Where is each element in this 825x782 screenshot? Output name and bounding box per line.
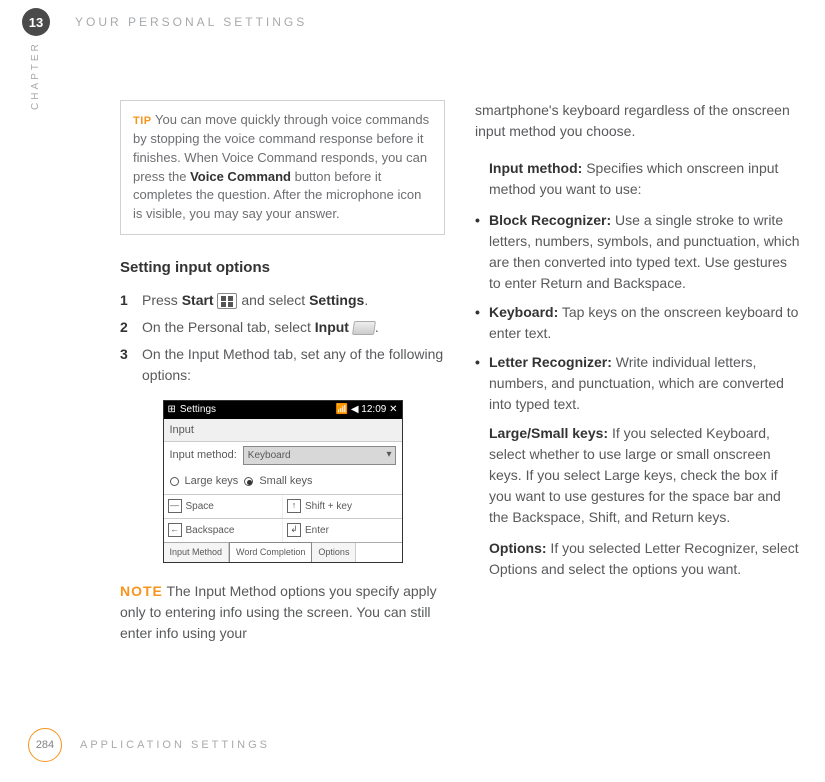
ss-tab-options[interactable]: Options: [312, 543, 356, 563]
radio-small-keys[interactable]: [244, 477, 253, 486]
input-method-block: Input method: Specifies which onscreen i…: [489, 158, 800, 200]
step-text: Press: [142, 292, 182, 308]
step-body: On the Personal tab, select Input .: [142, 317, 445, 338]
backspace-gesture-icon: ←: [168, 523, 182, 537]
radio-large-keys[interactable]: [170, 477, 179, 486]
ss-row-label: Input method:: [170, 447, 237, 464]
bullet-icon: •: [475, 352, 489, 415]
device-screenshot: ⊞Settings 📶 ◀ 12:09 ✕ Input Input method…: [163, 400, 403, 564]
ss-gesture-row-2: ← Backspace ↲ Enter: [164, 518, 402, 542]
ss-dropdown[interactable]: Keyboard: [243, 446, 396, 465]
input-method-heading: Input method:: [489, 160, 582, 176]
bullet-icon: •: [475, 302, 489, 344]
section-heading: Setting input options: [120, 257, 445, 280]
list-item: • Letter Recognizer: Write individual le…: [475, 352, 800, 415]
ss-tab-word-completion[interactable]: Word Completion: [229, 542, 312, 563]
start-icon: [217, 293, 237, 309]
note-text: The Input Method options you specify app…: [120, 583, 437, 641]
page-footer: 284 APPLICATION SETTINGS: [28, 728, 270, 762]
ss-tab-header: Input: [164, 419, 402, 443]
step-text: On the Personal tab, select: [142, 319, 315, 335]
step-bold: Start: [182, 292, 214, 308]
step-text: and select: [237, 292, 309, 308]
tip-label: TIP: [133, 115, 152, 127]
list-item: • Block Recognizer: Use a single stroke …: [475, 210, 800, 294]
options-heading: Options:: [489, 540, 547, 556]
list-item: • Keyboard: Tap keys on the onscreen key…: [475, 302, 800, 344]
step-2: 2 On the Personal tab, select Input .: [120, 317, 445, 338]
enter-gesture-icon: ↲: [287, 523, 301, 537]
page-number: 284: [28, 728, 62, 762]
page-header-title: YOUR PERSONAL SETTINGS: [75, 15, 307, 29]
bullet-heading: Keyboard:: [489, 304, 558, 320]
step-number: 2: [120, 317, 142, 338]
step-number: 1: [120, 290, 142, 311]
ss-input-method-row: Input method: Keyboard: [164, 442, 402, 469]
ss-clock: 📶 ◀ 12:09 ✕: [336, 402, 398, 417]
shift-gesture-icon: ↑: [287, 499, 301, 513]
options-block: Options: If you selected Letter Recogniz…: [489, 538, 800, 580]
space-gesture-icon: —: [168, 499, 182, 513]
ss-titlebar: ⊞Settings 📶 ◀ 12:09 ✕: [164, 401, 402, 419]
step-list: 1 Press Start and select Settings. 2 On …: [120, 290, 445, 386]
ss-bottom-tabs: Input Method Word Completion Options: [164, 542, 402, 563]
bullet-heading: Letter Recognizer:: [489, 354, 612, 370]
ss-backspace-cell: ← Backspace: [164, 519, 283, 542]
ss-radio-row: Large keys Small keys: [164, 469, 402, 494]
step-1: 1 Press Start and select Settings.: [120, 290, 445, 311]
bullet-body: Keyboard: Tap keys on the onscreen keybo…: [489, 302, 800, 344]
step-bold: Settings: [309, 292, 364, 308]
right-column: smartphone's keyboard regardless of the …: [475, 100, 800, 644]
input-method-list: • Block Recognizer: Use a single stroke …: [475, 210, 800, 415]
left-column: TIP You can move quickly through voice c…: [120, 100, 445, 644]
ss-title: ⊞Settings: [168, 402, 217, 417]
note-paragraph: NOTE The Input Method options you specif…: [120, 581, 445, 644]
content-columns: TIP You can move quickly through voice c…: [120, 100, 800, 644]
chapter-number-badge: 13: [22, 8, 50, 36]
bullet-body: Block Recognizer: Use a single stroke to…: [489, 210, 800, 294]
ss-space-cell: — Space: [164, 495, 283, 518]
ss-tab-input-method[interactable]: Input Method: [164, 543, 230, 563]
step-bold: Input: [315, 319, 349, 335]
tip-bold: Voice Command: [190, 169, 291, 184]
ss-enter-cell: ↲ Enter: [282, 519, 402, 542]
radio-label: Large keys: [185, 473, 239, 490]
step-body: On the Input Method tab, set any of the …: [142, 344, 445, 386]
tip-box: TIP You can move quickly through voice c…: [120, 100, 445, 235]
bullet-body: Letter Recognizer: Write individual lett…: [489, 352, 800, 415]
step-text: .: [364, 292, 368, 308]
large-small-heading: Large/Small keys:: [489, 425, 608, 441]
radio-label: Small keys: [259, 473, 312, 490]
ss-cell-label: Space: [186, 499, 214, 514]
bullet-icon: •: [475, 210, 489, 294]
step-number: 3: [120, 344, 142, 386]
step-3: 3 On the Input Method tab, set any of th…: [120, 344, 445, 386]
footer-title: APPLICATION SETTINGS: [80, 739, 270, 751]
bullet-heading: Block Recognizer:: [489, 212, 611, 228]
continuation-text: smartphone's keyboard regardless of the …: [475, 100, 800, 142]
ss-cell-label: Enter: [305, 523, 329, 538]
chapter-side-label: CHAPTER: [30, 41, 41, 110]
step-body: Press Start and select Settings.: [142, 290, 445, 311]
large-small-keys-block: Large/Small keys: If you selected Keyboa…: [489, 423, 800, 528]
ss-cell-label: Shift + key: [305, 499, 352, 514]
ss-cell-label: Backspace: [186, 523, 235, 538]
ss-shift-cell: ↑ Shift + key: [282, 495, 402, 518]
keyboard-icon: [352, 321, 376, 335]
ss-gesture-row-1: — Space ↑ Shift + key: [164, 494, 402, 518]
note-label: NOTE: [120, 583, 163, 599]
